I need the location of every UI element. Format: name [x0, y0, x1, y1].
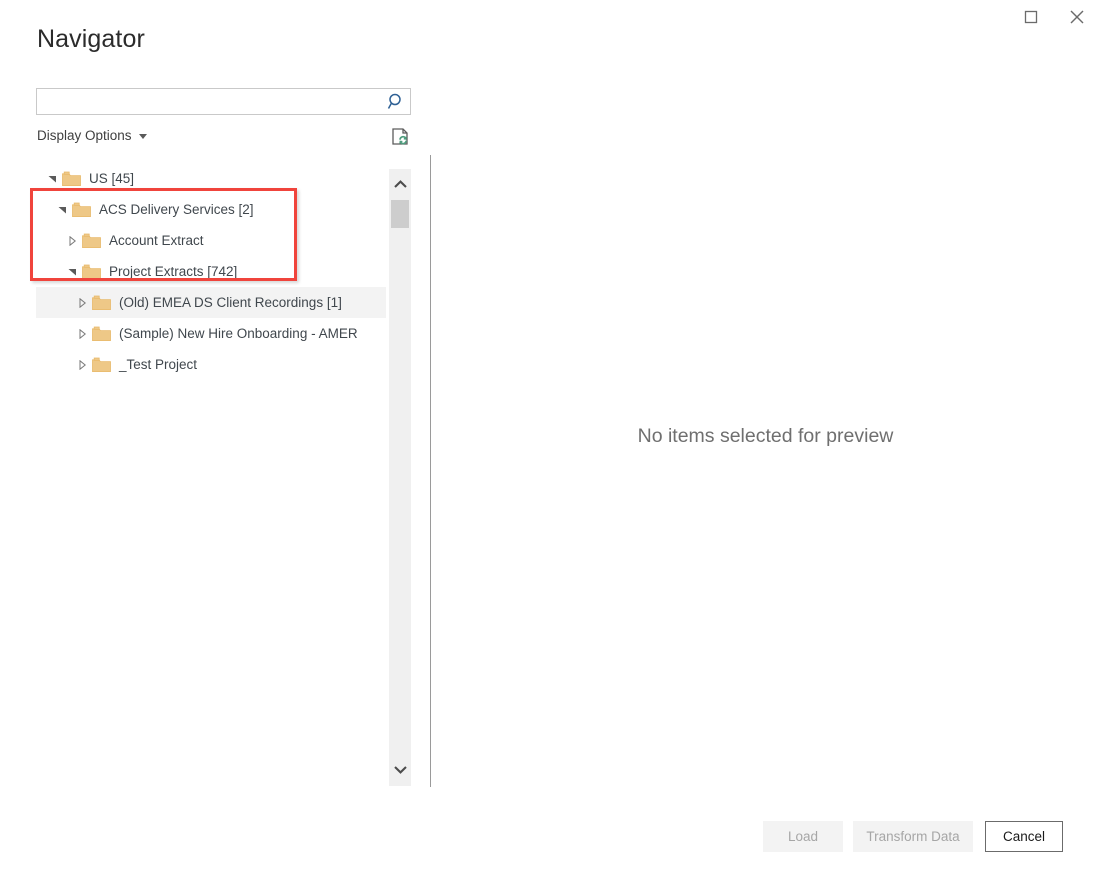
dialog-footer: Load Transform Data Cancel — [0, 795, 1100, 875]
tree-item-label: ACS Delivery Services [2] — [99, 202, 254, 217]
titlebar-controls — [1008, 0, 1100, 34]
tree-item[interactable]: Project Extracts [742] — [36, 256, 386, 287]
folder-icon — [90, 287, 112, 318]
magnifier-glyph — [387, 93, 401, 109]
tree-item-label: (Sample) New Hire Onboarding - AMER — [119, 326, 358, 341]
collapsed-triangle-icon[interactable] — [74, 349, 90, 380]
folder-icon — [90, 349, 112, 380]
maximize-button[interactable] — [1008, 0, 1054, 34]
display-options-dropdown[interactable]: Display Options — [37, 128, 147, 143]
tree-item[interactable]: Account Extract — [36, 225, 386, 256]
navigator-dialog: Navigator Display Options US [45] ACS De… — [0, 0, 1100, 875]
refresh-document-icon[interactable] — [389, 126, 413, 150]
folder-icon — [60, 163, 82, 194]
transform-data-button[interactable]: Transform Data — [853, 821, 973, 852]
tree-item[interactable]: _Test Project — [36, 349, 386, 380]
preview-empty-message: No items selected for preview — [637, 425, 894, 447]
tree-scrollbar[interactable] — [389, 169, 411, 786]
expanded-triangle-icon[interactable] — [64, 256, 80, 287]
scroll-down-button[interactable] — [389, 758, 411, 780]
folder-icon — [70, 194, 92, 225]
tree-item-label: _Test Project — [119, 357, 198, 372]
collapsed-triangle-icon[interactable] — [74, 318, 90, 349]
preview-pane: No items selected for preview — [431, 155, 1100, 787]
tree-item-label: (Old) EMEA DS Client Recordings [1] — [119, 295, 342, 310]
folder-icon — [80, 225, 102, 256]
tree-item[interactable]: (Old) EMEA DS Client Recordings [1] — [36, 287, 386, 318]
search-box[interactable] — [36, 88, 411, 115]
expanded-triangle-icon[interactable] — [44, 163, 60, 194]
close-icon — [1070, 10, 1084, 24]
maximize-icon — [1024, 10, 1038, 24]
scrollbar-thumb[interactable] — [391, 200, 409, 228]
refresh-document-glyph — [392, 128, 408, 145]
close-button[interactable] — [1054, 0, 1100, 34]
chevron-down-icon — [138, 134, 147, 139]
collapsed-triangle-icon[interactable] — [64, 225, 80, 256]
display-options-label: Display Options — [37, 128, 132, 143]
scroll-up-button[interactable] — [389, 173, 411, 195]
tree-item-label: US [45] — [89, 171, 135, 186]
folder-icon — [80, 256, 102, 287]
search-input[interactable] — [37, 89, 382, 114]
tree-item[interactable]: US [45] — [36, 163, 386, 194]
chevron-up-icon — [393, 179, 407, 188]
page-title: Navigator — [37, 25, 145, 53]
folder-icon — [90, 318, 112, 349]
tree-item-label: Project Extracts [742] — [109, 264, 238, 279]
search-icon[interactable] — [382, 89, 410, 114]
tree-item-label: Account Extract — [109, 233, 204, 248]
load-button[interactable]: Load — [763, 821, 843, 852]
chevron-down-icon — [393, 765, 407, 774]
navigator-tree[interactable]: US [45] ACS Delivery Services [2] Account … — [36, 163, 386, 788]
cancel-button[interactable]: Cancel — [985, 821, 1063, 852]
expanded-triangle-icon[interactable] — [54, 194, 70, 225]
tree-item[interactable]: ACS Delivery Services [2] — [36, 194, 386, 225]
tree-item[interactable]: (Sample) New Hire Onboarding - AMER — [36, 318, 386, 349]
collapsed-triangle-icon[interactable] — [74, 287, 90, 318]
